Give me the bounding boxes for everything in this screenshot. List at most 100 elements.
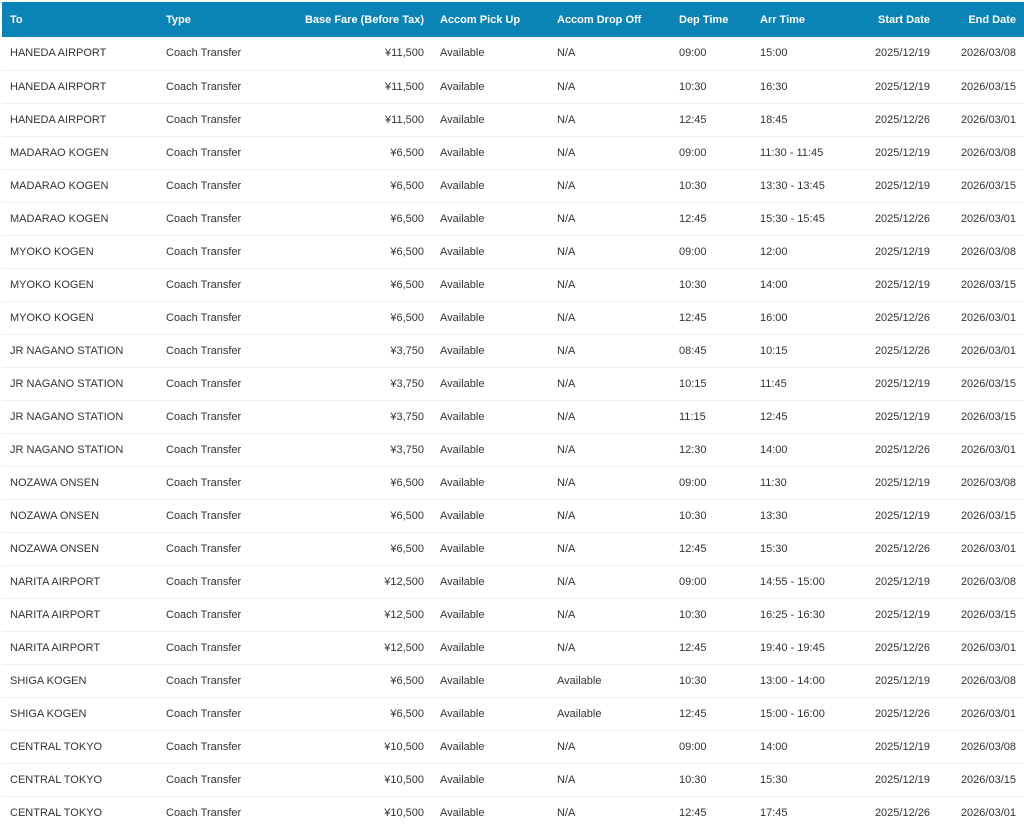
table-row: MADARAO KOGEN Coach Transfer ¥6,500 Availab… [2,136,1024,169]
end-date-cell: 2026/03/01 [960,443,1016,456]
table-row: NOZAWA ONSEN Coach Transfer ¥6,500 Availabl… [2,499,1024,532]
end-date-cell: 2026/03/08 [960,476,1016,489]
accom-drop-off-cell: Available [557,674,602,687]
column-header-accom-pick-up[interactable]: Accom Pick Up [432,2,549,37]
end-date-cell: 2026/03/08 [960,740,1016,753]
dep-time-cell: 09:00 [679,47,707,60]
table-header: To Type Base Fare (Before Tax) Accom Pic… [2,2,1024,37]
accom-drop-off-cell: N/A [557,806,576,819]
arr-time-cell: 15:30 [760,542,788,555]
dep-time-cell: 12:45 [679,311,707,324]
accom-drop-off-cell: N/A [557,212,576,225]
table-row: HANEDA AIRPORT Coach Transfer ¥11,500 Avail… [2,70,1024,103]
type-cell: Coach Transfer [166,674,242,687]
destination-cell: JR NAGANO STATION [10,443,124,456]
column-header-to[interactable]: To [2,2,158,37]
accom-pick-up-cell: Available [440,377,485,390]
accom-drop-off-cell: N/A [557,542,576,555]
accom-pick-up-cell: Available [440,410,485,423]
destination-cell: NOZAWA ONSEN [10,509,100,522]
column-header-base-fare[interactable]: Base Fare (Before Tax) [276,2,432,37]
dep-time-cell: 10:30 [679,773,707,786]
destination-cell: HANEDA AIRPORT [10,113,107,126]
dep-time-cell: 10:30 [679,674,707,687]
end-date-cell: 2026/03/01 [960,311,1016,324]
start-date-cell: 2025/12/19 [874,80,930,93]
accom-drop-off-cell: N/A [557,47,576,60]
end-date-cell: 2026/03/08 [960,575,1016,588]
dep-time-cell: 12:45 [679,542,707,555]
start-date-cell: 2025/12/26 [874,311,930,324]
table-row: JR NAGANO STATION Coach Transfer ¥3,750 Ava… [2,400,1024,433]
base-fare-cell: ¥11,500 [385,47,424,60]
destination-cell: CENTRAL TOKYO [10,740,103,753]
column-header-end-date[interactable]: End Date [938,2,1024,37]
table-row: NOZAWA ONSEN Coach Transfer ¥6,500 Availabl… [2,466,1024,499]
arr-time-cell: 14:55 - 15:00 [760,575,825,588]
base-fare-cell: ¥3,750 [390,410,424,423]
type-cell: Coach Transfer [166,740,242,753]
arr-time-cell: 19:40 - 19:45 [760,641,825,654]
destination-cell: SHIGA KOGEN [10,707,87,720]
destination-cell: MYOKO KOGEN [10,311,94,324]
base-fare-cell: ¥6,500 [390,212,424,225]
type-cell: Coach Transfer [166,179,242,192]
accom-pick-up-cell: Available [440,113,485,126]
table-body: HANEDA AIRPORT Coach Transfer ¥11,500 Avail… [2,37,1024,829]
start-date-cell: 2025/12/19 [874,608,930,621]
destination-cell: MYOKO KOGEN [10,245,94,258]
arr-time-cell: 13:00 - 14:00 [760,674,825,687]
dep-time-cell: 10:30 [679,80,707,93]
type-cell: Coach Transfer [166,542,242,555]
column-header-arr-time[interactable]: Arr Time [752,2,854,37]
base-fare-cell: ¥6,500 [390,245,424,258]
base-fare-cell: ¥12,500 [384,575,424,588]
start-date-cell: 2025/12/19 [874,377,930,390]
accom-drop-off-cell: N/A [557,146,576,159]
dep-time-cell: 10:30 [679,608,707,621]
destination-cell: JR NAGANO STATION [10,344,124,357]
start-date-cell: 2025/12/26 [874,212,930,225]
accom-pick-up-cell: Available [440,476,485,489]
arr-time-cell: 15:30 [760,773,788,786]
start-date-cell: 2025/12/19 [874,476,930,489]
table-row: NARITA AIRPORT Coach Transfer ¥12,500 Avail… [2,598,1024,631]
start-date-cell: 2025/12/26 [874,806,930,819]
destination-cell: MYOKO KOGEN [10,278,94,291]
destination-cell: JR NAGANO STATION [10,410,124,423]
column-header-dep-time[interactable]: Dep Time [671,2,752,37]
end-date-cell: 2026/03/08 [960,146,1016,159]
column-header-accom-drop-off[interactable]: Accom Drop Off [549,2,671,37]
end-date-cell: 2026/03/15 [960,80,1016,93]
type-cell: Coach Transfer [166,575,242,588]
type-cell: Coach Transfer [166,278,242,291]
accom-pick-up-cell: Available [440,80,485,93]
arr-time-cell: 14:00 [760,443,788,456]
column-header-type[interactable]: Type [158,2,276,37]
table-row: CENTRAL TOKYO Coach Transfer ¥10,500 Availa… [2,763,1024,796]
accom-pick-up-cell: Available [440,641,485,654]
accom-drop-off-cell: N/A [557,344,576,357]
start-date-cell: 2025/12/19 [874,278,930,291]
destination-cell: HANEDA AIRPORT [10,80,107,93]
end-date-cell: 2026/03/08 [960,245,1016,258]
accom-drop-off-cell: N/A [557,608,576,621]
arr-time-cell: 15:00 [760,47,788,60]
destination-cell: CENTRAL TOKYO [10,806,103,819]
base-fare-cell: ¥6,500 [390,179,424,192]
start-date-cell: 2025/12/19 [874,674,930,687]
type-cell: Coach Transfer [166,641,242,654]
arr-time-cell: 16:30 [760,80,788,93]
start-date-cell: 2025/12/26 [874,542,930,555]
destination-cell: JR NAGANO STATION [10,377,124,390]
base-fare-cell: ¥11,500 [385,113,424,126]
arr-time-cell: 11:45 [760,377,787,390]
base-fare-cell: ¥10,500 [384,740,424,753]
dep-time-cell: 10:30 [679,179,707,192]
column-header-start-date[interactable]: Start Date [854,2,938,37]
accom-pick-up-cell: Available [440,245,485,258]
arr-time-cell: 12:45 [760,410,788,423]
dep-time-cell: 12:45 [679,806,707,819]
end-date-cell: 2026/03/15 [960,410,1016,423]
base-fare-cell: ¥6,500 [390,476,424,489]
